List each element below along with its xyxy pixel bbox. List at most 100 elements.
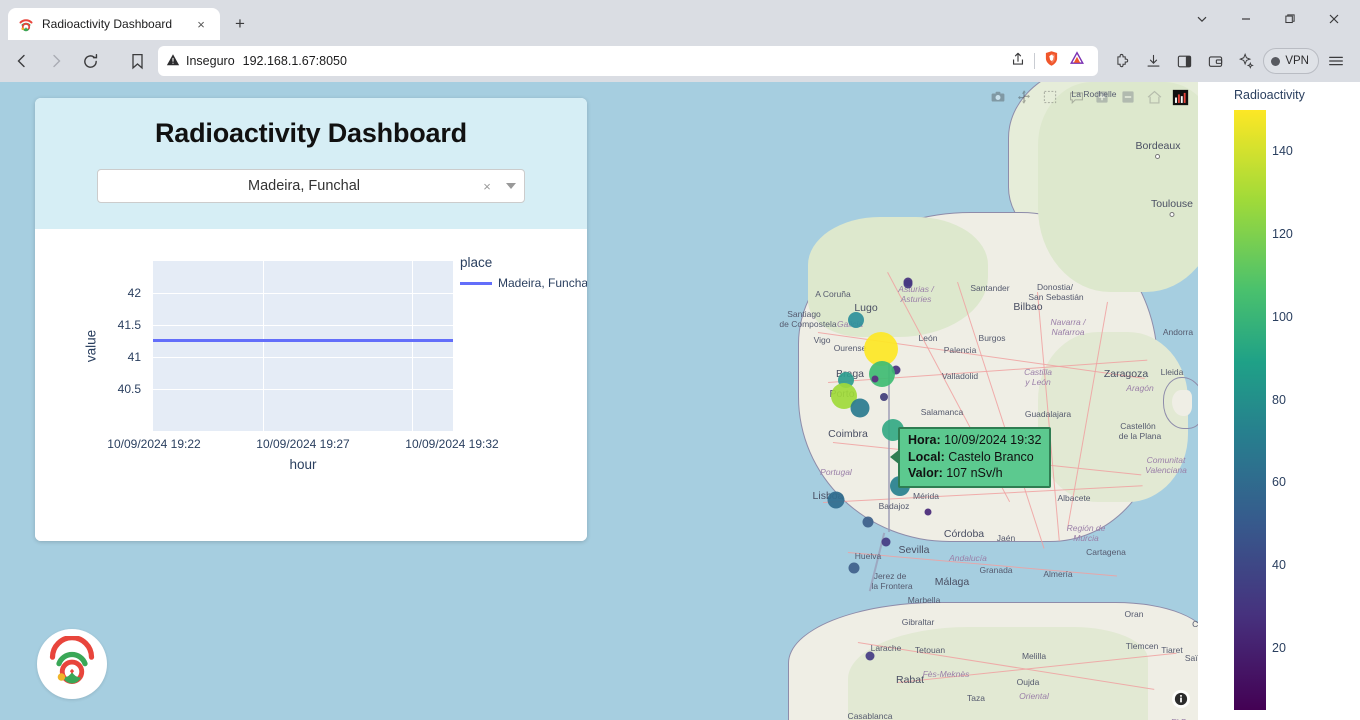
- close-icon[interactable]: ×: [192, 15, 210, 33]
- gridline-h: [153, 389, 453, 390]
- marker-valladolid-n[interactable]: [904, 280, 913, 289]
- map-place-label: Bordeaux: [1136, 140, 1181, 152]
- tooltip-value-local: Castelo Branco: [948, 450, 1033, 464]
- colorbar-gradient: [1234, 110, 1266, 710]
- marker-guarda[interactable]: [880, 393, 888, 401]
- reload-button[interactable]: [74, 46, 106, 76]
- maximize-button[interactable]: [1268, 4, 1312, 34]
- wallet-icon[interactable]: [1201, 47, 1229, 75]
- map-place-label: Taza: [967, 693, 985, 703]
- download-icon[interactable]: [1139, 47, 1167, 75]
- zoom-select-box-icon[interactable]: [1038, 86, 1062, 108]
- map-place-label: Fès-Meknès: [923, 669, 970, 679]
- tooltip-label-local: Local:: [908, 450, 945, 464]
- map-place-label: Andorra: [1163, 327, 1193, 337]
- brave-rewards-icon[interactable]: [1068, 50, 1086, 73]
- map-place-label: Comunitat: [1147, 455, 1186, 465]
- place-select[interactable]: Madeira, Funchal ×: [97, 169, 525, 203]
- minimize-button[interactable]: [1224, 4, 1268, 34]
- browser-actions: VPN: [1100, 47, 1350, 75]
- hamburger-menu-icon[interactable]: [1322, 47, 1350, 75]
- tooltip-comment-icon[interactable]: [1064, 86, 1088, 108]
- address-bar[interactable]: Inseguro 192.168.1.67:8050: [158, 46, 1098, 76]
- gridline-h: [153, 325, 453, 326]
- marker-beja[interactable]: [849, 563, 860, 574]
- marker-setubal[interactable]: [828, 492, 845, 509]
- marker-evora[interactable]: [863, 517, 874, 528]
- info-icon[interactable]: [1172, 690, 1190, 708]
- dashboard-card: Radioactivity Dashboard Madeira, Funchal…: [35, 98, 587, 541]
- new-tab-button[interactable]: +: [226, 10, 254, 38]
- clear-selection-icon[interactable]: ×: [476, 179, 498, 194]
- radioactivity-map[interactable]: La RochelleBordeauxNouvelle-AquitaineTou…: [738, 82, 1198, 720]
- map-place-label: Sevilla: [899, 544, 930, 556]
- url-text[interactable]: 192.168.1.67:8050: [243, 54, 1003, 68]
- dashboard-body: 42 41.5 41 40.5 10/09/2024 19:22 10/09/2…: [35, 229, 587, 541]
- series-line-madeira-funchal: [153, 339, 453, 342]
- map-place-label: Málaga: [935, 576, 969, 588]
- close-window-button[interactable]: [1312, 4, 1356, 34]
- map-place-label: Almería: [1043, 569, 1072, 579]
- chevron-down-icon[interactable]: [1180, 4, 1224, 34]
- y-axis-label: value: [84, 330, 99, 362]
- marker-castelo-dot[interactable]: [872, 376, 879, 383]
- legend-swatch: [460, 282, 492, 285]
- legend-title: place: [460, 255, 587, 270]
- map-place-label: Marbella: [908, 595, 941, 605]
- marker-coimbra[interactable]: [848, 312, 864, 328]
- reset-home-icon[interactable]: [1142, 86, 1166, 108]
- map-hover-tooltip: Hora: 10/09/2024 19:32 Local: Castelo Br…: [898, 427, 1051, 488]
- y-tick-label: 40.5: [95, 382, 147, 396]
- colorbar-panel: Radioactivity 14012010080604020: [1198, 82, 1360, 720]
- plot-area: [153, 261, 453, 431]
- puzzle-icon[interactable]: [1108, 47, 1136, 75]
- pan-move-icon[interactable]: [1012, 86, 1036, 108]
- vpn-button[interactable]: VPN: [1263, 48, 1319, 74]
- plotly-modebar[interactable]: [986, 86, 1192, 108]
- camera-download-icon[interactable]: [986, 86, 1010, 108]
- map-place-label: Tlemcen: [1126, 641, 1159, 651]
- marker-s-inland[interactable]: [882, 538, 891, 547]
- plotly-logo-icon[interactable]: [1168, 86, 1192, 108]
- share-icon[interactable]: [1010, 51, 1026, 72]
- brave-shield-icon[interactable]: [1043, 50, 1060, 72]
- legend-item[interactable]: Madeira, Funchal: [460, 276, 587, 290]
- tooltip-label-hora: Hora:: [908, 433, 941, 447]
- tooltip-row-local: Local: Castelo Branco: [908, 449, 1041, 466]
- vpn-status-dot: [1271, 57, 1280, 66]
- x-tick-label: 10/09/2024 19:32: [405, 437, 498, 451]
- map-place-label: Saïda: [1185, 653, 1198, 663]
- zoom-in-icon[interactable]: [1090, 86, 1114, 108]
- chevron-down-icon[interactable]: [498, 183, 524, 189]
- sidebar-panel-icon[interactable]: [1170, 47, 1198, 75]
- gridline-h: [153, 357, 453, 358]
- browser-window: Radioactivity Dashboard × +: [0, 0, 1360, 720]
- leo-ai-icon[interactable]: [1232, 47, 1260, 75]
- marker-badajoz-e[interactable]: [925, 509, 932, 516]
- marker-castelo-branco[interactable]: [869, 361, 895, 387]
- map-place-label: A Coruña: [815, 289, 850, 299]
- map-place-label: Granada: [979, 565, 1012, 575]
- map-place-label: Santander: [970, 283, 1009, 293]
- value-time-line-chart[interactable]: 42 41.5 41 40.5 10/09/2024 19:22 10/09/2…: [35, 229, 587, 541]
- navigation-toolbar: Inseguro 192.168.1.67:8050: [0, 40, 1360, 82]
- security-indicator[interactable]: Inseguro: [166, 53, 235, 70]
- chart-legend[interactable]: place Madeira, Funchal: [460, 255, 587, 290]
- zoom-out-icon[interactable]: [1116, 86, 1140, 108]
- place-select-value[interactable]: Madeira, Funchal: [98, 178, 476, 194]
- map-place-label: Albacete: [1057, 493, 1090, 503]
- map-place-label: Nafarroa: [1051, 327, 1084, 337]
- bookmark-icon[interactable]: [122, 46, 152, 76]
- colorbar-tick-label: 100: [1272, 310, 1293, 324]
- brand-logo[interactable]: [37, 629, 107, 699]
- map-place-label: Castilla: [1024, 367, 1052, 377]
- back-button[interactable]: [6, 46, 38, 76]
- marker-algarve[interactable]: [866, 652, 875, 661]
- browser-tab[interactable]: Radioactivity Dashboard ×: [8, 8, 220, 40]
- divider: [1034, 53, 1035, 69]
- map-place-label: y León: [1025, 377, 1051, 387]
- tooltip-value-hora: 10/09/2024 19:32: [944, 433, 1041, 447]
- tab-title: Radioactivity Dashboard: [42, 17, 184, 31]
- forward-button[interactable]: [40, 46, 72, 76]
- marker-leiria[interactable]: [851, 399, 870, 418]
